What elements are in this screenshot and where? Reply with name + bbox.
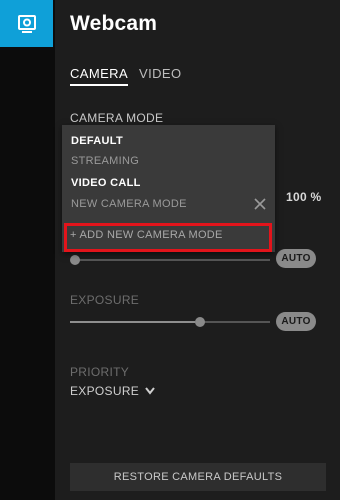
mode-option-new-camera-mode[interactable]: NEW CAMERA MODE (71, 198, 187, 210)
webcam-icon (17, 14, 36, 33)
exposure-auto-button[interactable]: AUTO (276, 312, 316, 331)
webcam-tab-button[interactable] (0, 0, 53, 47)
tab-camera[interactable]: CAMERA (70, 66, 129, 86)
zoom-auto-button[interactable]: AUTO (276, 249, 316, 268)
zoom-slider-track[interactable] (75, 259, 270, 261)
priority-select[interactable]: EXPOSURE (70, 384, 155, 398)
zoom-slider-knob[interactable] (70, 255, 80, 265)
left-rail (0, 0, 55, 500)
priority-label: PRIORITY (70, 365, 130, 379)
page-title: Webcam (70, 12, 158, 35)
mode-option-streaming[interactable]: STREAMING (71, 155, 139, 167)
tab-video[interactable]: VIDEO (139, 66, 181, 81)
restore-defaults-button[interactable]: RESTORE CAMERA DEFAULTS (70, 463, 326, 491)
mode-option-video-call[interactable]: VIDEO CALL (71, 177, 141, 189)
exposure-slider-knob[interactable] (195, 317, 205, 327)
close-icon[interactable] (253, 197, 267, 211)
priority-value: EXPOSURE (70, 384, 140, 398)
zoom-value: 100 % (286, 190, 322, 204)
mode-option-default[interactable]: DEFAULT (71, 135, 123, 147)
exposure-label: EXPOSURE (70, 293, 140, 307)
exposure-slider-fill (70, 321, 195, 323)
camera-mode-label: CAMERA MODE (70, 111, 164, 125)
chevron-down-icon (145, 387, 155, 395)
highlight-box (64, 223, 272, 252)
